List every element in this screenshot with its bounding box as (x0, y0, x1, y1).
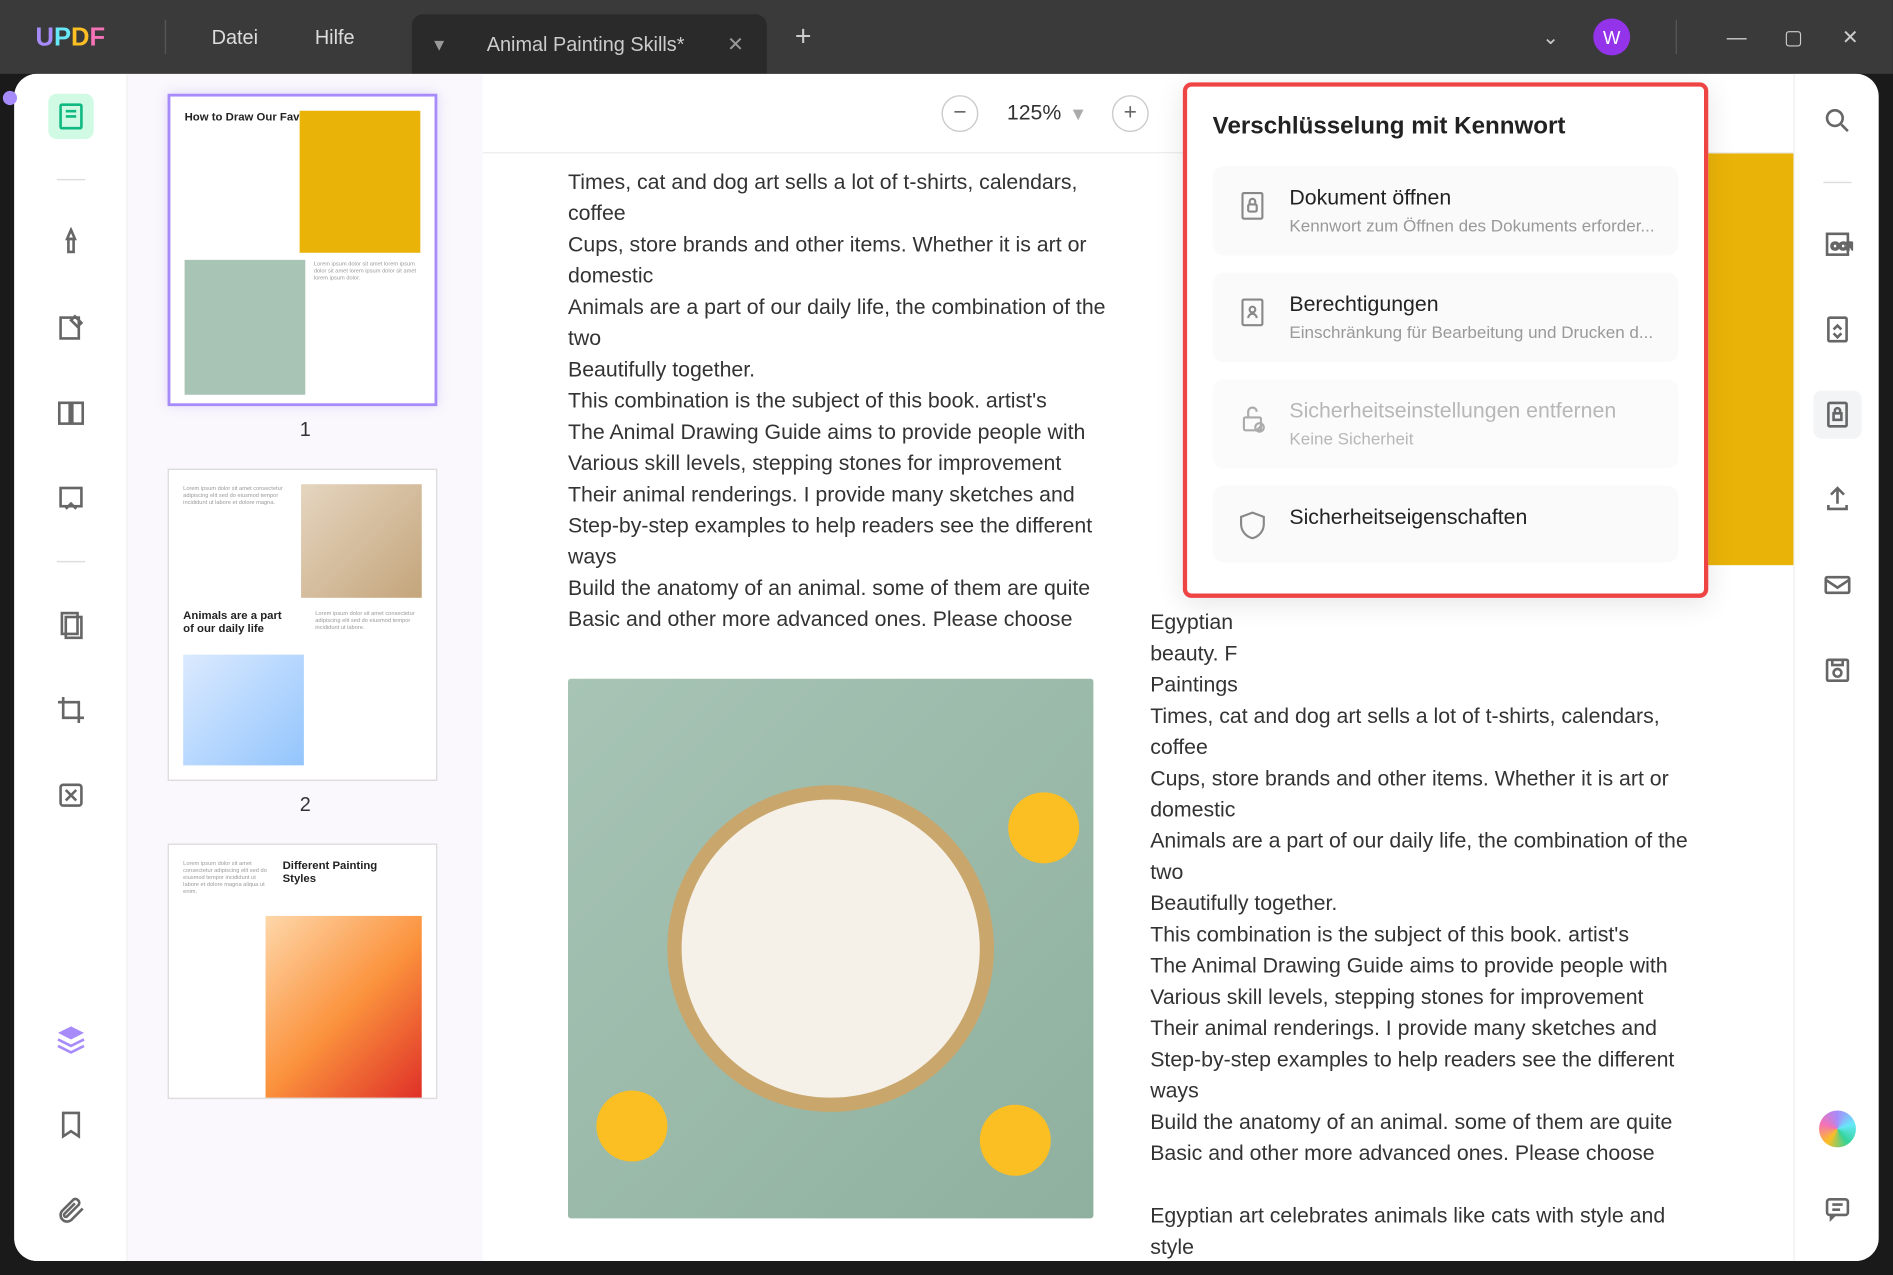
text-block-1: Times, cat and dog art sells a lot of t-… (568, 168, 1108, 637)
document-permission-icon (1235, 295, 1269, 329)
divider (56, 561, 84, 562)
protect-icon[interactable] (1813, 391, 1861, 439)
popup-item-remove-security[interactable]: Sicherheitseinstellungen entfernen Keine… (1213, 379, 1679, 468)
page-number: 2 (168, 792, 443, 815)
maximize-button[interactable]: ▢ (1779, 25, 1807, 49)
main-area: − 125%▾ + Times, cat and dog art sells a… (483, 74, 1794, 1261)
minimize-button[interactable]: — (1722, 26, 1750, 49)
popup-label: Dokument öffnen (1289, 186, 1655, 210)
thumbnails-panel-icon[interactable] (48, 94, 93, 139)
divider (165, 20, 166, 54)
chevron-down-icon[interactable]: ⌄ (1536, 25, 1564, 49)
text-block-3: Egyptian art celebrates animals like cat… (1150, 1201, 1708, 1261)
ai-assistant-icon[interactable] (1818, 1110, 1855, 1147)
add-tab-button[interactable]: + (795, 21, 812, 54)
bookmark-icon[interactable] (48, 1102, 93, 1147)
save-icon[interactable] (1813, 646, 1861, 694)
menu-file[interactable]: Datei (183, 26, 286, 49)
tab-dropdown-icon[interactable]: ▾ (434, 32, 444, 56)
highlight-tool-icon[interactable] (48, 220, 93, 265)
left-rail (14, 74, 128, 1261)
popup-item-permissions[interactable]: Berechtigungen Einschränkung für Bearbei… (1213, 273, 1679, 362)
thumb-title: Different Painting Styles (283, 859, 382, 885)
unlock-icon (1235, 402, 1269, 436)
menu-help[interactable]: Hilfe (286, 26, 383, 49)
side-indicator-icon (3, 91, 17, 105)
mail-icon[interactable] (1813, 561, 1861, 609)
document-lock-icon (1235, 189, 1269, 223)
popup-item-security-properties[interactable]: Sicherheitseigenschaften (1213, 486, 1679, 563)
redact-tool-icon[interactable] (48, 772, 93, 817)
zoom-in-button[interactable]: + (1112, 94, 1149, 131)
avatar[interactable]: W (1593, 18, 1630, 55)
page-thumbnail-3[interactable]: Lorem ipsum dolor sit amet consectetur a… (168, 843, 438, 1099)
attachment-icon[interactable] (48, 1187, 93, 1232)
edit-tool-icon[interactable] (48, 305, 93, 350)
close-button[interactable]: ✕ (1836, 25, 1864, 49)
popup-desc: Einschränkung für Bearbeitung und Drucke… (1289, 322, 1655, 342)
divider (56, 179, 84, 180)
embroidery-image (568, 679, 1093, 1219)
close-icon[interactable]: ✕ (727, 32, 744, 56)
titlebar: UPDF Datei Hilfe ▾ Animal Painting Skill… (0, 0, 1893, 74)
tab-title: Animal Painting Skills* (487, 33, 685, 56)
search-icon[interactable] (1813, 97, 1861, 145)
divider (1676, 20, 1677, 54)
shield-icon (1235, 508, 1269, 542)
crop-tool-icon[interactable] (48, 687, 93, 732)
workspace: How to Draw Our Favorite Pets Lorem ipsu… (14, 74, 1878, 1261)
form-tool-icon[interactable] (48, 476, 93, 521)
popup-title: Verschlüsselung mit Kennwort (1213, 112, 1679, 140)
popup-desc: Kennwort zum Öffnen des Dokuments erford… (1289, 216, 1655, 236)
convert-icon[interactable] (1813, 305, 1861, 353)
popup-label: Berechtigungen (1289, 293, 1655, 317)
page-thumbnail-1[interactable]: How to Draw Our Favorite Pets Lorem ipsu… (168, 94, 438, 406)
thumb-title: Animals are a part of our daily life (183, 609, 282, 635)
popup-desc: Keine Sicherheit (1289, 429, 1655, 449)
popup-label: Sicherheitseinstellungen entfernen (1289, 399, 1655, 423)
stamp-tool-icon[interactable] (48, 602, 93, 647)
encryption-popup: Verschlüsselung mit Kennwort Dokument öf… (1183, 82, 1708, 597)
zoom-out-button[interactable]: − (942, 94, 979, 131)
page-number: 1 (168, 417, 443, 440)
svg-text:OCR: OCR (1830, 241, 1852, 252)
zoom-level[interactable]: 125%▾ (1007, 100, 1084, 126)
yellow-graphic (1708, 153, 1793, 565)
pages-tool-icon[interactable] (48, 391, 93, 436)
app-logo: UPDF (36, 22, 106, 52)
divider (1823, 182, 1851, 183)
thumbnails-panel: How to Draw Our Favorite Pets Lorem ipsu… (128, 74, 483, 1261)
comment-icon[interactable] (1813, 1184, 1861, 1232)
page-thumbnail-2[interactable]: Lorem ipsum dolor sit amet consectetur a… (168, 469, 438, 781)
layers-icon[interactable] (48, 1017, 93, 1062)
right-rail: OCR (1793, 74, 1878, 1261)
popup-item-open-document[interactable]: Dokument öffnen Kennwort zum Öffnen des … (1213, 166, 1679, 255)
share-icon[interactable] (1813, 476, 1861, 524)
document-tab[interactable]: ▾ Animal Painting Skills* ✕ (411, 14, 766, 74)
popup-label: Sicherheitseigenschaften (1289, 506, 1655, 530)
ocr-icon[interactable]: OCR (1813, 220, 1861, 268)
text-block-2: Egyptianbeauty. FPaintings Times, cat an… (1150, 608, 1708, 1170)
